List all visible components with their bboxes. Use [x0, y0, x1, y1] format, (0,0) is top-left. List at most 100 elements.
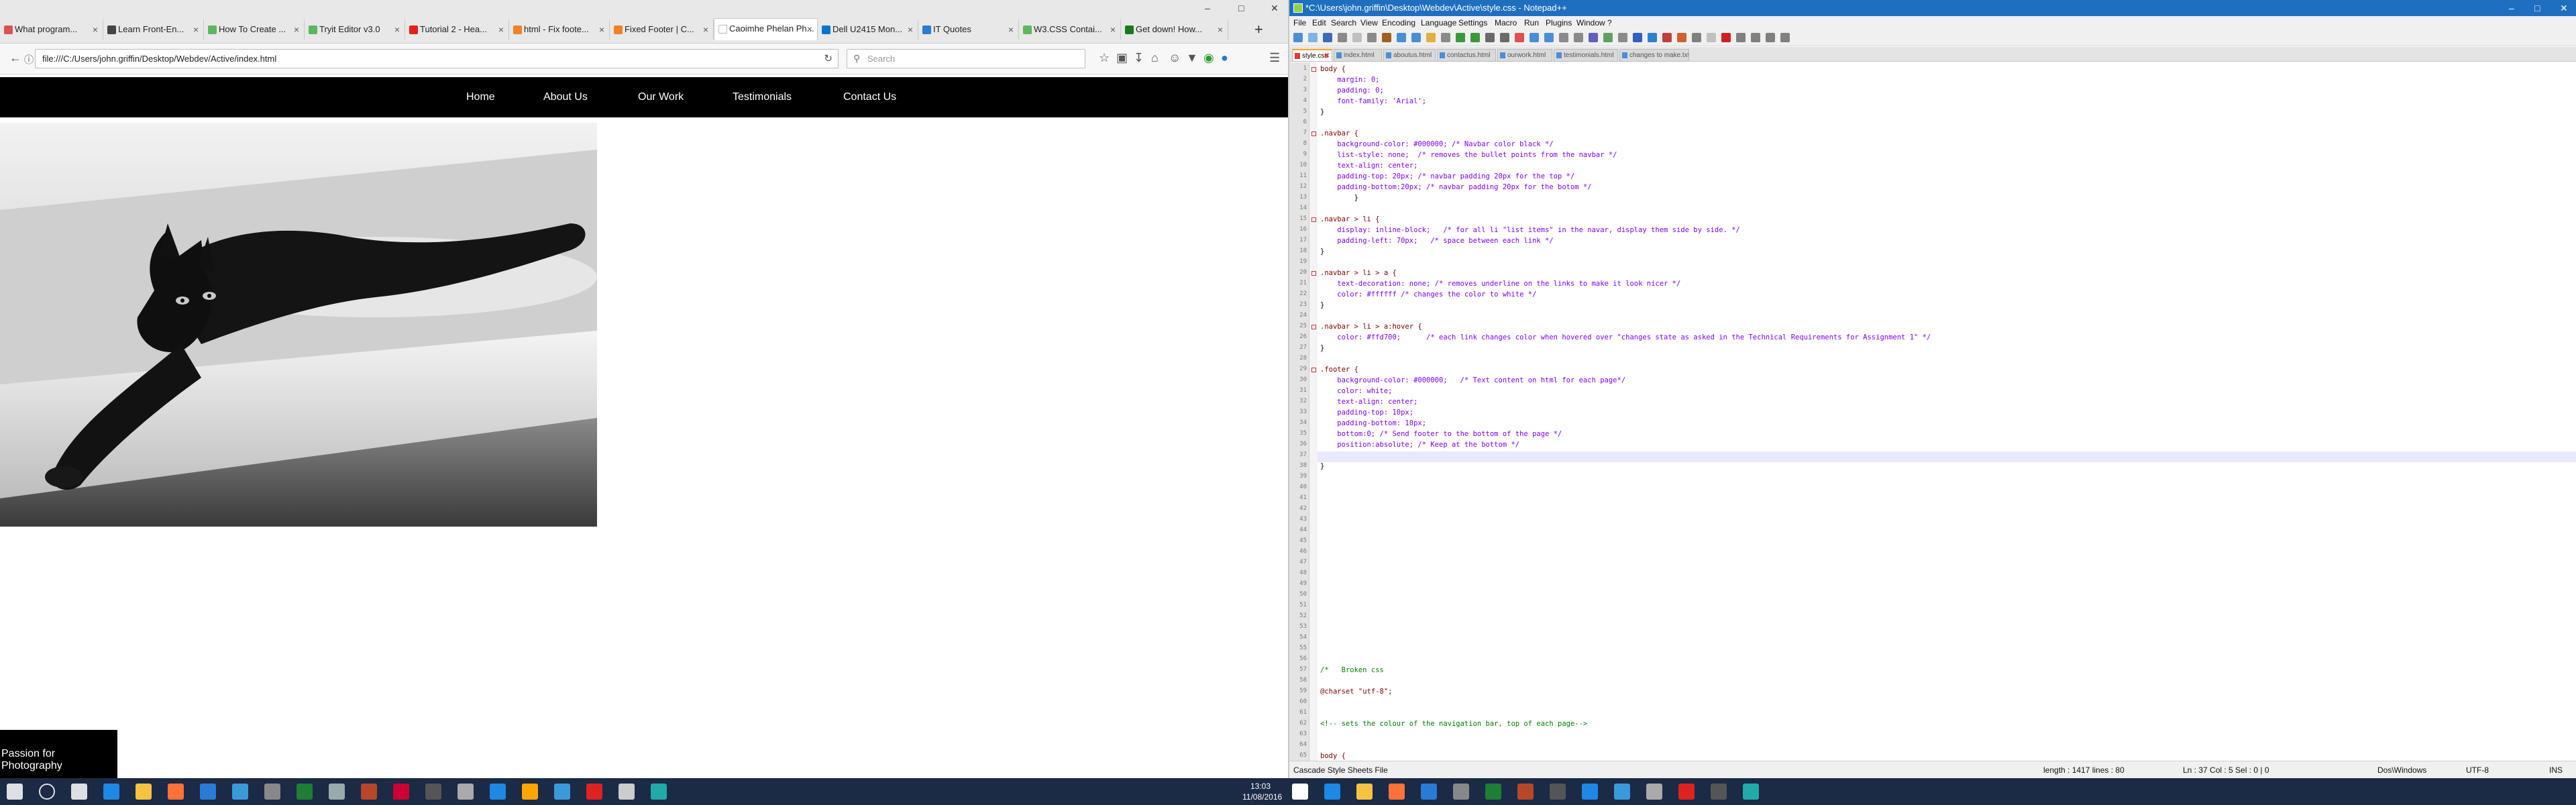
- browser-tab[interactable]: Get down! How... ×: [1121, 19, 1228, 40]
- reader-icon[interactable]: ▣: [1116, 51, 1128, 65]
- taskbar-app-icon[interactable]: [1421, 784, 1437, 800]
- notepadpp-icon[interactable]: [651, 784, 667, 800]
- chat-icon[interactable]: ☺: [1169, 51, 1181, 65]
- toolbar-button-icon[interactable]: [1648, 33, 1657, 42]
- toolbar-button-icon[interactable]: [1544, 33, 1554, 42]
- menu-item[interactable]: Search: [1331, 16, 1356, 30]
- taskbar-app-icon[interactable]: [1324, 784, 1340, 800]
- app-icon[interactable]: [458, 784, 474, 800]
- toolbar-button-icon[interactable]: [1677, 33, 1686, 42]
- np-close-icon[interactable]: ✕: [2560, 0, 2568, 16]
- taskbar-app-icon[interactable]: [1550, 784, 1566, 800]
- menu-item[interactable]: Plugins: [1546, 16, 1572, 30]
- fold-toggle-icon[interactable]: [1311, 325, 1316, 329]
- taskbar-app-icon[interactable]: [1743, 784, 1759, 800]
- toolbar-button-icon[interactable]: [1308, 33, 1318, 42]
- taskbar-app-icon[interactable]: [1614, 784, 1630, 800]
- fold-toggle-icon[interactable]: [1311, 131, 1316, 136]
- toolbar-button-icon[interactable]: [1352, 33, 1362, 42]
- fold-toggle-icon[interactable]: [1311, 67, 1316, 72]
- toolbar-button-icon[interactable]: [1441, 33, 1450, 42]
- toolbar-button-icon[interactable]: [1603, 33, 1613, 42]
- browser-tab[interactable]: Fixed Footer | C... ×: [610, 19, 714, 40]
- ie-icon[interactable]: [490, 784, 506, 800]
- toolbar-button-icon[interactable]: [1780, 33, 1790, 42]
- task-view-icon[interactable]: [71, 784, 87, 800]
- menu-item[interactable]: Encoding: [1382, 16, 1415, 30]
- menu-icon[interactable]: ☰: [1269, 51, 1280, 65]
- sync-icon[interactable]: ●: [1221, 51, 1228, 65]
- menu-item[interactable]: View: [1360, 16, 1378, 30]
- tab-close-icon[interactable]: ×: [193, 19, 199, 40]
- nav-testimonials-link[interactable]: Testimonials: [733, 77, 792, 117]
- file-tab[interactable]: index.html: [1334, 49, 1382, 62]
- browser-tab[interactable]: W3.CSS Contai... ×: [1019, 19, 1121, 40]
- taskbar-app-icon[interactable]: [1356, 784, 1373, 800]
- toolbar-button-icon[interactable]: [1382, 33, 1391, 42]
- toolbar-button-icon[interactable]: [1411, 33, 1421, 42]
- toolbar-button-icon[interactable]: [1456, 33, 1465, 42]
- nav-about-link[interactable]: About Us: [543, 77, 588, 117]
- toolbar-button-icon[interactable]: [1323, 33, 1332, 42]
- taskbar-app-icon[interactable]: [1389, 784, 1405, 800]
- toolbar-button-icon[interactable]: [1751, 33, 1760, 42]
- taskbar-app-icon[interactable]: [1582, 784, 1598, 800]
- app-icon[interactable]: [619, 784, 635, 800]
- toolbar-button-icon[interactable]: [1707, 33, 1716, 42]
- toolbar-button-icon[interactable]: [1662, 33, 1672, 42]
- toolbar-button-icon[interactable]: [1338, 33, 1347, 42]
- fold-toggle-icon[interactable]: [1311, 217, 1316, 222]
- menu-item[interactable]: Window: [1576, 16, 1605, 30]
- onenote-icon[interactable]: [361, 784, 377, 800]
- toolbar-button-icon[interactable]: [1589, 33, 1598, 42]
- toolbar-button-icon[interactable]: [1633, 33, 1642, 42]
- skype-icon[interactable]: [554, 784, 570, 800]
- tab-close-icon[interactable]: ×: [1008, 19, 1014, 40]
- taskbar-app-icon[interactable]: [1678, 784, 1695, 800]
- app-icon[interactable]: [393, 784, 409, 800]
- download-icon[interactable]: ↧: [1134, 51, 1144, 65]
- fold-toggle-icon[interactable]: [1311, 368, 1316, 372]
- start-icon[interactable]: [7, 784, 23, 800]
- menu-item[interactable]: Run: [1524, 16, 1539, 30]
- toolbar-button-icon[interactable]: [1736, 33, 1746, 42]
- toolbar-button-icon[interactable]: [1500, 33, 1509, 42]
- menu-item[interactable]: Edit: [1312, 16, 1326, 30]
- home-icon[interactable]: ⌂: [1151, 51, 1159, 65]
- new-tab-button[interactable]: +: [1254, 21, 1263, 38]
- tab-close-icon[interactable]: ×: [703, 19, 708, 40]
- close-window-icon[interactable]: ✕: [1271, 3, 1279, 14]
- extension-icon[interactable]: ◉: [1203, 51, 1214, 65]
- store-icon[interactable]: [200, 784, 216, 800]
- browser-tab[interactable]: Learn Front-En... ×: [103, 19, 204, 40]
- back-icon[interactable]: ←: [9, 51, 21, 65]
- tab-close-icon[interactable]: ×: [807, 19, 812, 39]
- nav-work-link[interactable]: Our Work: [638, 77, 684, 117]
- browser-tab[interactable]: Caoimhe Phelan Ph... ×: [714, 18, 818, 40]
- fold-toggle-icon[interactable]: [1311, 271, 1316, 276]
- taskbar-app-icon[interactable]: [1711, 784, 1727, 800]
- toolbar-button-icon[interactable]: [1426, 33, 1436, 42]
- tab-close-icon[interactable]: ×: [394, 19, 400, 40]
- search-icon[interactable]: [39, 784, 55, 800]
- menu-item[interactable]: File: [1293, 16, 1306, 30]
- menu-item[interactable]: Settings: [1458, 16, 1487, 30]
- taskbar-app-icon[interactable]: [1485, 784, 1501, 800]
- tab-close-icon[interactable]: ×: [908, 19, 913, 40]
- toolbar-button-icon[interactable]: [1692, 33, 1701, 42]
- url-bar[interactable]: file:///C:/Users/john.griffin/Desktop/We…: [35, 49, 839, 68]
- menu-item[interactable]: Macro: [1495, 16, 1517, 30]
- menu-item[interactable]: Language: [1421, 16, 1456, 30]
- file-tab[interactable]: testimonials.html: [1554, 49, 1618, 62]
- file-tab[interactable]: ourwork.html: [1497, 49, 1552, 62]
- folder-icon[interactable]: [522, 784, 538, 800]
- browser-tab[interactable]: Tryit Editor v3.0 ×: [305, 19, 405, 40]
- menu-item[interactable]: ?: [1607, 16, 1612, 30]
- acrobat-icon[interactable]: [586, 784, 602, 800]
- file-tab[interactable]: aboutus.html: [1383, 49, 1436, 62]
- tab-close-icon[interactable]: ×: [599, 19, 604, 40]
- tab-close-icon[interactable]: ×: [294, 19, 299, 40]
- tab-close-icon[interactable]: ×: [93, 19, 98, 40]
- toolbar-button-icon[interactable]: [1485, 33, 1495, 42]
- file-tab[interactable]: changes to make.txt: [1619, 49, 1689, 62]
